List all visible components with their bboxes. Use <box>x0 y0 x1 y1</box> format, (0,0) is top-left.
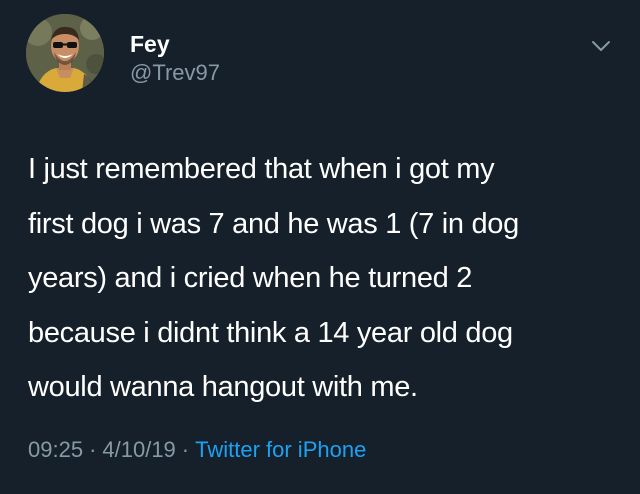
tweet-time[interactable]: 09:25 <box>28 437 83 462</box>
author-handle[interactable]: @Trev97 <box>130 60 220 86</box>
tweet-text-line: years) and i cried when he turned 2 <box>28 262 473 294</box>
meta-separator: · <box>181 437 190 462</box>
meta-separator: · <box>89 437 97 462</box>
tweet-source-link[interactable]: Twitter for iPhone <box>195 437 366 462</box>
tweet-card: Fey @Trev97 I just remembered that when … <box>0 0 640 494</box>
tweet-text-line: first dog i was 7 and he was 1 (7 in dog <box>28 207 519 240</box>
tweet-text-line: would wanna hangout with me. <box>28 371 418 403</box>
tweet-text: I just remembered that when i got my fir… <box>28 142 624 415</box>
tweet-text-line: I just remembered that when i got my <box>28 153 495 185</box>
author-display-name[interactable]: Fey <box>130 31 170 58</box>
tweet-menu-button[interactable] <box>588 36 614 56</box>
tweet-meta: 09:25 · 4/10/19 · Twitter for iPhone <box>28 437 366 463</box>
tweet-date[interactable]: 4/10/19 <box>102 437 175 462</box>
chevron-down-icon <box>592 41 610 51</box>
avatar[interactable] <box>26 14 104 92</box>
avatar-photo <box>26 14 104 92</box>
tweet-text-line: because i didnt think a 14 year old dog <box>28 316 513 349</box>
